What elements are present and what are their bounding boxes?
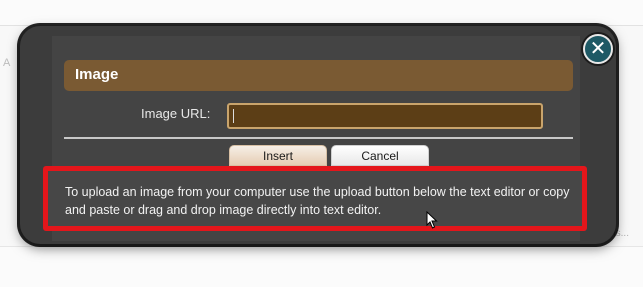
close-icon[interactable]: ✕	[583, 34, 613, 64]
cancel-button[interactable]: Cancel	[331, 145, 429, 166]
upload-info-highlight: To upload an image from your computer us…	[43, 166, 587, 231]
text-caret	[233, 109, 234, 123]
dialog-title: Image	[75, 66, 119, 83]
mouse-pointer-icon	[426, 211, 438, 229]
page: A Options... ✕ Image Image URL: Insert C…	[0, 0, 643, 287]
image-url-label: Image URL:	[141, 106, 211, 121]
dialog-title-bar: Image	[64, 60, 573, 91]
insert-button[interactable]: Insert	[229, 145, 327, 166]
divider	[64, 137, 573, 139]
image-url-input[interactable]	[227, 103, 543, 129]
background-toolbar-label: A	[3, 57, 11, 69]
upload-info-text: To upload an image from your computer us…	[65, 185, 570, 217]
